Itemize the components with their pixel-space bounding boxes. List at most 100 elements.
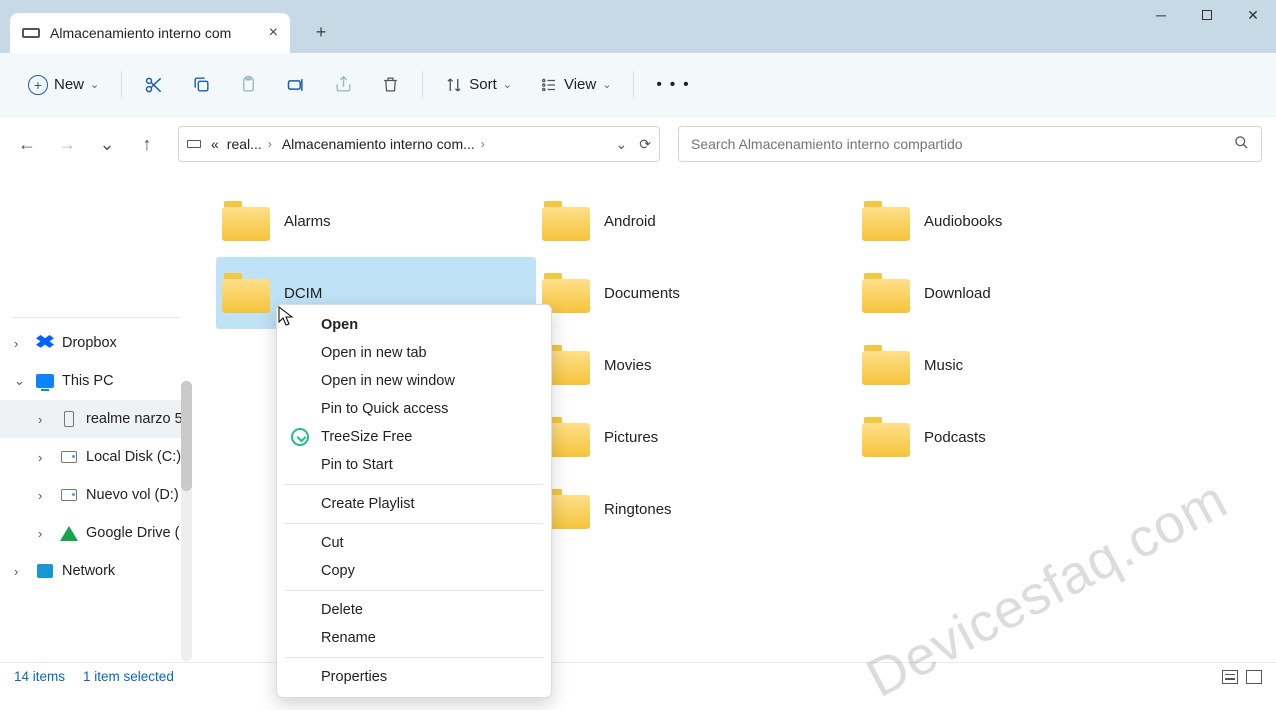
close-tab-icon[interactable]: × (269, 24, 278, 42)
sidebar-item-this-pc[interactable]: ⌄ This PC (0, 362, 192, 400)
drive-icon (22, 28, 40, 38)
context-properties[interactable]: Properties (277, 663, 551, 691)
sidebar-item-label: Network (62, 563, 115, 579)
separator (285, 523, 543, 524)
new-label: New (54, 76, 84, 93)
folder-item[interactable]: Documents (536, 257, 856, 329)
folder-item[interactable]: Audiobooks (856, 185, 1176, 257)
search-box[interactable] (678, 126, 1262, 162)
cut-button[interactable] (132, 65, 176, 105)
folder-label: Documents (604, 285, 680, 302)
refresh-button[interactable]: ⟳ (639, 136, 651, 153)
context-cut[interactable]: Cut (277, 529, 551, 557)
separator (422, 71, 423, 99)
chevron-right-icon: › (38, 412, 52, 427)
recent-locations-button[interactable]: ⌄ (90, 127, 124, 161)
chevron-right-icon: › (38, 450, 52, 465)
paste-button[interactable] (227, 65, 270, 105)
share-button[interactable] (322, 65, 365, 105)
folder-item[interactable]: Ringtones (536, 473, 856, 545)
folder-label: Podcasts (924, 429, 986, 446)
chevron-right-icon: › (38, 488, 52, 503)
plus-circle-icon: + (28, 75, 48, 95)
drive-icon (187, 140, 201, 148)
separator (285, 590, 543, 591)
status-selection: 1 item selected (83, 669, 174, 684)
delete-button[interactable] (369, 65, 412, 105)
search-icon[interactable] (1234, 135, 1249, 153)
disk-icon (61, 451, 77, 463)
folder-icon (222, 201, 270, 241)
sidebar-scrollbar[interactable] (181, 381, 192, 661)
context-open-new-window[interactable]: Open in new window (277, 367, 551, 395)
address-segment[interactable]: « (207, 136, 223, 152)
tab-title: Almacenamiento interno com (50, 25, 259, 41)
close-window-button[interactable]: ✕ (1230, 0, 1276, 30)
folder-icon (222, 273, 270, 313)
search-input[interactable] (691, 136, 1234, 152)
folder-label: Ringtones (604, 501, 672, 518)
sidebar-item-network[interactable]: › Network (0, 552, 192, 590)
copy-icon (192, 75, 211, 94)
folder-item[interactable]: Download (856, 257, 1176, 329)
maximize-button[interactable] (1184, 0, 1230, 30)
large-icons-view-button[interactable] (1246, 670, 1262, 684)
details-view-button[interactable] (1222, 670, 1238, 684)
treesize-icon (291, 428, 309, 446)
tab-active[interactable]: Almacenamiento interno com × (10, 13, 290, 53)
folder-label: Android (604, 213, 656, 230)
context-rename[interactable]: Rename (277, 624, 551, 652)
sidebar-item-label: Dropbox (62, 335, 117, 351)
network-icon (37, 564, 53, 578)
sidebar-item-nuevo-vol[interactable]: › Nuevo vol (D:) (0, 476, 192, 514)
context-copy[interactable]: Copy (277, 557, 551, 585)
google-drive-icon (60, 526, 78, 541)
context-pin-start[interactable]: Pin to Start (277, 451, 551, 479)
folder-item[interactable]: Podcasts (856, 401, 1176, 473)
chevron-right-icon: › (14, 564, 28, 579)
folder-item[interactable]: Android (536, 185, 856, 257)
folder-label: Download (924, 285, 991, 302)
up-button[interactable]: ↑ (130, 127, 164, 161)
sidebar-item-realme[interactable]: › realme narzo 5 (0, 400, 192, 438)
rename-button[interactable] (274, 65, 318, 105)
context-pin-quick-access[interactable]: Pin to Quick access (277, 395, 551, 423)
context-treesize[interactable]: TreeSize Free (277, 423, 551, 451)
sort-label: Sort (469, 76, 497, 93)
minimize-button[interactable]: ─ (1138, 0, 1184, 30)
rename-icon (286, 75, 306, 95)
sidebar-item-label: Nuevo vol (D:) (86, 487, 179, 503)
sidebar-item-label: Google Drive ( (86, 525, 179, 541)
view-button[interactable]: View ⌄ (528, 65, 623, 105)
phone-icon (64, 411, 74, 427)
sort-button[interactable]: Sort ⌄ (433, 65, 524, 105)
new-tab-button[interactable]: + (304, 15, 338, 49)
context-delete[interactable]: Delete (277, 596, 551, 624)
address-bar[interactable]: « real...› Almacenamiento interno com...… (178, 126, 660, 162)
folder-item[interactable]: Alarms (216, 185, 536, 257)
address-dropdown-button[interactable]: ⌄ (616, 136, 628, 153)
folder-item[interactable]: Movies (536, 329, 856, 401)
paste-icon (239, 75, 258, 94)
context-create-playlist[interactable]: Create Playlist (277, 490, 551, 518)
chevron-right-icon: › (479, 137, 487, 151)
sidebar-item-dropbox[interactable]: › Dropbox (0, 324, 192, 362)
sort-icon (445, 76, 463, 94)
back-button[interactable]: ← (10, 127, 44, 161)
address-segment[interactable]: Almacenamiento interno com...› (278, 136, 491, 152)
copy-button[interactable] (180, 65, 223, 105)
more-button[interactable]: • • • (644, 65, 702, 105)
folder-item[interactable]: Pictures (536, 401, 856, 473)
scissors-icon (144, 75, 164, 95)
sidebar-item-local-disk[interactable]: › Local Disk (C:) (0, 438, 192, 476)
forward-button[interactable]: → (50, 127, 84, 161)
new-button[interactable]: + New ⌄ (16, 65, 111, 105)
chevron-right-icon: › (266, 137, 274, 151)
folder-item[interactable]: Music (856, 329, 1176, 401)
sidebar-item-google-drive[interactable]: › Google Drive ( (0, 514, 192, 552)
title-bar: Almacenamiento interno com × + ─ ✕ (0, 0, 1276, 53)
context-open[interactable]: Open (277, 311, 551, 339)
context-open-new-tab[interactable]: Open in new tab (277, 339, 551, 367)
toolbar: + New ⌄ Sort ⌄ View ⌄ • • • (0, 53, 1276, 117)
address-segment[interactable]: real...› (223, 136, 278, 152)
